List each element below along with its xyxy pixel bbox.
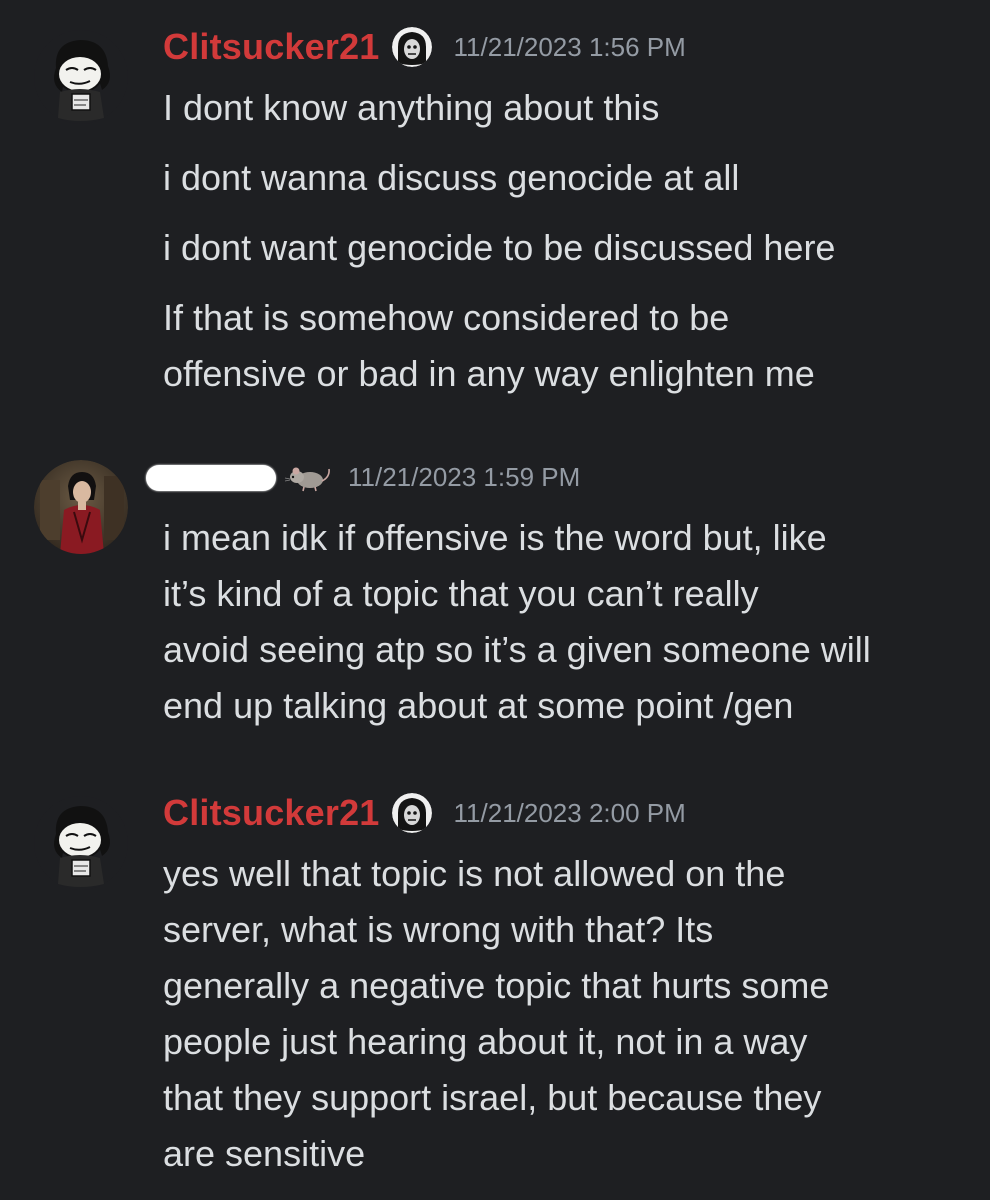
- username[interactable]: Clitsucker21: [163, 26, 380, 68]
- skull-mask-icon: [391, 793, 432, 833]
- timestamp: 11/21/2023 1:56 PM: [453, 31, 686, 62]
- message-line: If that is somehow considered to be: [163, 297, 730, 338]
- message-line: I dont know anything about this: [163, 87, 660, 128]
- rat-icon: [282, 463, 332, 493]
- redacted-username[interactable]: [146, 464, 276, 491]
- message-line: are sensitive: [163, 1133, 366, 1174]
- skull-mask-icon: [391, 27, 432, 67]
- username[interactable]: Clitsucker21: [163, 792, 380, 834]
- message-line: i dont want genocide to be discussed her…: [163, 227, 836, 268]
- message-line: that they support israel, but because th…: [163, 1077, 822, 1118]
- message-line: generally a negative topic that hurts so…: [163, 965, 830, 1006]
- timestamp: 11/21/2023 1:59 PM: [348, 462, 581, 492]
- avatar[interactable]: [34, 460, 128, 554]
- message-line: i mean idk if offensive is the word but,…: [163, 517, 827, 558]
- message-line: yes well that topic is not allowed on th…: [163, 853, 786, 894]
- avatar[interactable]: [34, 30, 128, 124]
- message-line: it’s kind of a topic that you can’t real…: [163, 573, 759, 614]
- message-line: i dont wanna discuss genocide at all: [163, 157, 740, 198]
- message-line: avoid seeing atp so it’s a given someone…: [163, 629, 871, 670]
- message-line: server, what is wrong with that? Its: [163, 909, 714, 950]
- message-line: people just hearing about it, not in a w…: [163, 1021, 808, 1062]
- message-line: end up talking about at some point /gen: [163, 685, 794, 726]
- avatar[interactable]: [34, 796, 128, 890]
- timestamp: 11/21/2023 2:00 PM: [453, 797, 686, 828]
- message-line: offensive or bad in any way enlighten me: [163, 353, 815, 394]
